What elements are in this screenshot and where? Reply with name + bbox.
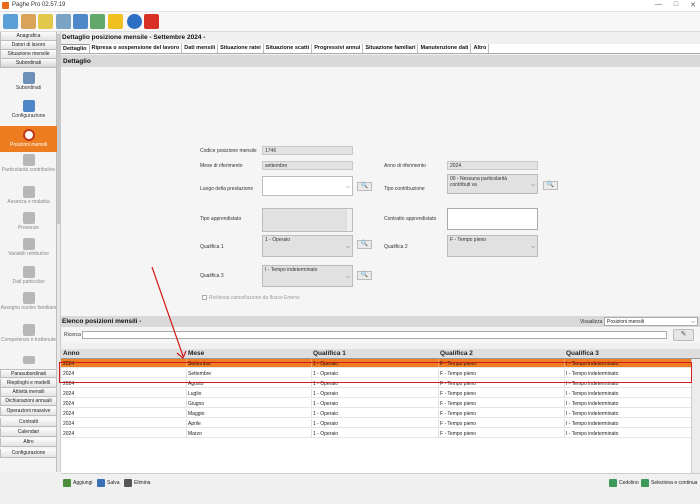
delete-icon — [124, 479, 132, 487]
elimina-button[interactable]: Elimina — [124, 479, 150, 487]
aggiungi-button[interactable]: Aggiungi — [63, 479, 92, 487]
cedolino-button[interactable]: Cedolino — [609, 479, 639, 487]
salva-button[interactable]: Salva — [97, 479, 120, 487]
seleziona-button[interactable]: Seleziona e continua — [641, 479, 697, 487]
annotation-highlight-box — [59, 362, 692, 383]
annotation-overlay — [151, 266, 187, 359]
annotation-arrow — [151, 266, 184, 357]
add-icon — [63, 479, 71, 487]
save-icon — [97, 479, 105, 487]
bottom-toolbar: Aggiungi Salva Elimina Cedolino Selezion… — [61, 473, 700, 504]
payslip-icon — [609, 479, 617, 487]
check-icon — [641, 479, 649, 487]
